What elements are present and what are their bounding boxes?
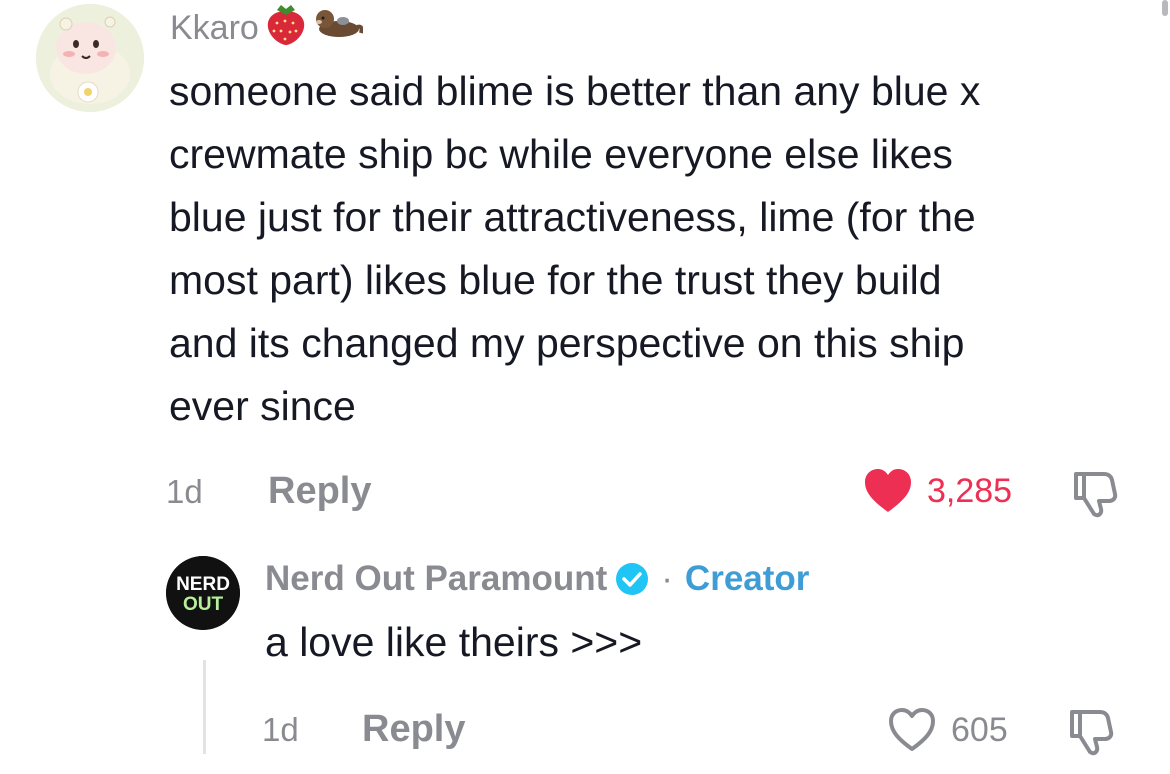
like-button[interactable]: 3,285 bbox=[863, 464, 1012, 518]
comment-line: most part) likes blue for the trust they… bbox=[169, 257, 942, 303]
otter-icon bbox=[313, 3, 364, 54]
thumbs-down-icon bbox=[1070, 710, 1114, 756]
verified-badge-icon bbox=[616, 563, 649, 595]
reply-dislike-button[interactable] bbox=[1066, 704, 1118, 756]
reply-text: a love like theirs >>> bbox=[265, 619, 643, 665]
dislike-button[interactable] bbox=[1070, 466, 1122, 518]
reply-actions: 1d Reply 605 bbox=[262, 698, 1142, 758]
commenter-avatar[interactable] bbox=[36, 4, 144, 112]
strawberry-icon bbox=[263, 1, 309, 56]
commenter-username[interactable]: Kkaro bbox=[170, 4, 364, 50]
creator-tag: Creator bbox=[684, 559, 810, 598]
reply-thread-line bbox=[203, 660, 206, 754]
creator-avatar[interactable]: NERD OUT bbox=[166, 556, 240, 630]
comment-line: and its changed my perspective on this s… bbox=[169, 320, 965, 366]
username-text: Kkaro bbox=[170, 9, 259, 47]
reply-reply-button[interactable]: Reply bbox=[362, 706, 465, 752]
comment-line: crewmate ship bc while everyone else lik… bbox=[169, 131, 953, 177]
scrollbar-thumb[interactable] bbox=[1162, 0, 1168, 16]
reply-button[interactable]: Reply bbox=[268, 468, 371, 514]
reply-like-button[interactable]: 605 bbox=[887, 704, 1008, 756]
heart-outline-icon bbox=[889, 708, 935, 751]
reply-timestamp: 1d bbox=[262, 711, 299, 748]
thumbs-down-icon bbox=[1074, 472, 1118, 518]
reply-username[interactable]: Nerd Out Paramount bbox=[265, 559, 607, 599]
comment-line: ever since bbox=[169, 383, 356, 429]
comment-text: someone said blime is better than any bl… bbox=[169, 60, 1139, 438]
logo-text-bottom: OUT bbox=[183, 594, 224, 615]
reply-like-count: 605 bbox=[951, 710, 1008, 749]
like-count: 3,285 bbox=[927, 471, 1013, 510]
comment-actions: 1d Reply 3,285 bbox=[166, 460, 1136, 520]
chiikawa-avatar-icon bbox=[36, 4, 144, 112]
logo-text-top: NERD bbox=[176, 574, 230, 595]
comment-line: someone said blime is better than any bl… bbox=[169, 68, 981, 114]
comment-timestamp: 1d bbox=[166, 473, 203, 510]
reply-header: Nerd Out Paramount · Creator bbox=[265, 556, 809, 602]
heart-filled-icon bbox=[865, 469, 911, 512]
nerd-out-logo-icon: NERD OUT bbox=[166, 556, 240, 630]
comment-line: blue just for their attractiveness, lime… bbox=[169, 194, 976, 240]
separator-dot: · bbox=[661, 559, 673, 598]
